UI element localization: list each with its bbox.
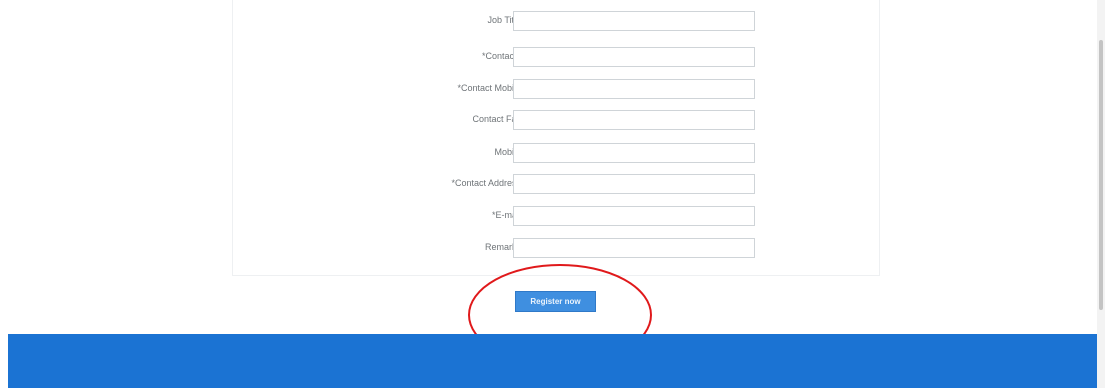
contact-address-input[interactable] bbox=[513, 174, 755, 194]
remarks-row: Remarks bbox=[233, 238, 879, 260]
email-row: *E-mail bbox=[233, 206, 879, 228]
contact-fax-input[interactable] bbox=[513, 110, 755, 130]
contact-mobile-row: *Contact Mobile bbox=[233, 79, 879, 101]
job-title-input[interactable] bbox=[513, 11, 755, 31]
registration-page: Job Title *Contacts *Contact Mobile Cont… bbox=[0, 0, 1105, 388]
contact-mobile-input[interactable] bbox=[513, 79, 755, 99]
contact-fax-row: Contact Fax bbox=[233, 110, 879, 132]
mobile-row: Mobile bbox=[233, 143, 879, 165]
email-input[interactable] bbox=[513, 206, 755, 226]
register-now-button[interactable]: Register now bbox=[515, 291, 596, 312]
scrollbar-thumb[interactable] bbox=[1099, 40, 1103, 310]
contact-mobile-label: *Contact Mobile bbox=[457, 83, 521, 93]
contact-address-row: *Contact Address bbox=[233, 174, 879, 196]
remarks-input[interactable] bbox=[513, 238, 755, 258]
job-title-row: Job Title bbox=[233, 11, 879, 33]
contacts-row: *Contacts bbox=[233, 47, 879, 69]
contacts-input[interactable] bbox=[513, 47, 755, 67]
contact-address-label: *Contact Address bbox=[451, 178, 521, 188]
mobile-input[interactable] bbox=[513, 143, 755, 163]
registration-form: Job Title *Contacts *Contact Mobile Cont… bbox=[232, 0, 880, 276]
footer-bar bbox=[8, 334, 1097, 388]
